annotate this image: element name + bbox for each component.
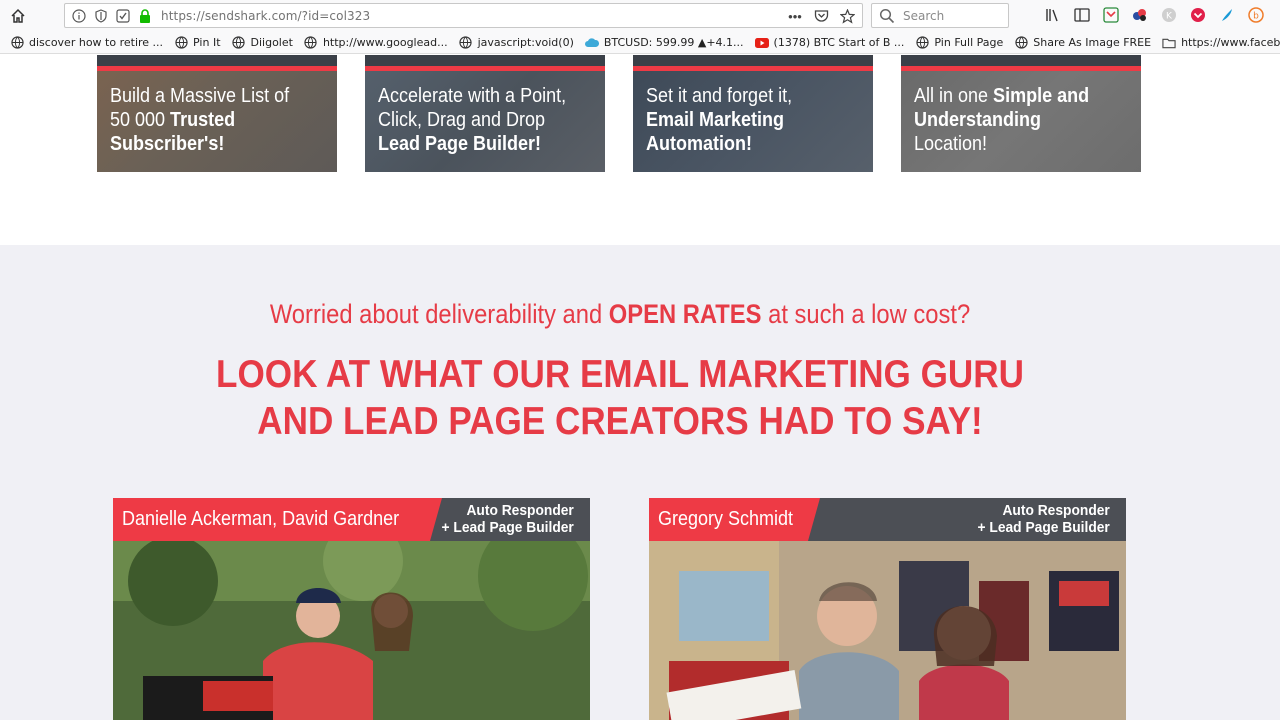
feature-card-list[interactable]: Build a Massive List of 50 000 Trusted S…	[97, 55, 337, 172]
globe-icon	[459, 36, 473, 50]
bookmark-item[interactable]: Share As Image FREE	[1014, 36, 1151, 50]
extension-check-icon[interactable]	[115, 8, 131, 24]
bookmark-item[interactable]: https://www.facebook...	[1162, 36, 1280, 50]
feature-text: All in one Simple and Understanding Loca…	[914, 85, 1090, 155]
globe-icon	[1014, 36, 1028, 50]
sidebar-icon[interactable]	[1073, 6, 1091, 24]
testimonial-product-tag: Auto Responder + Lead Page Builder	[977, 502, 1110, 536]
bookmarks-bar: discover how to retire ... Pin It Diigol…	[0, 32, 1280, 54]
testimonial-card[interactable]: Gregory Schmidt Auto Responder + Lead Pa…	[649, 498, 1126, 720]
search-placeholder: Search	[903, 8, 945, 23]
globe-icon	[915, 36, 929, 50]
testimonial-name: Gregory Schmidt	[649, 498, 821, 541]
search-bar[interactable]: Search	[871, 3, 1009, 28]
colorful-extension-icon[interactable]	[1131, 6, 1149, 24]
shield-icon[interactable]	[93, 8, 109, 24]
browser-toolbar: https://sendshark.com/?id=col323 ••• Sea…	[0, 0, 1280, 32]
testimonial-name: Danielle Ackerman, David Gardner	[113, 498, 442, 541]
k-extension-icon[interactable]: K	[1160, 6, 1178, 24]
page-actions-icon[interactable]: •••	[786, 7, 804, 25]
bookmark-item[interactable]: Pin It	[174, 36, 221, 50]
url-bar[interactable]: https://sendshark.com/?id=col323 •••	[64, 3, 863, 28]
card-image-strip	[901, 55, 1141, 66]
feature-card-automation[interactable]: Set it and forget it, Email Marketing Au…	[633, 55, 873, 172]
bookmark-item[interactable]: discover how to retire ...	[10, 36, 163, 50]
cloud-icon	[584, 36, 599, 50]
feature-card-location[interactable]: All in one Simple and Understanding Loca…	[901, 55, 1141, 172]
bookmark-item[interactable]: BTCUSD: 599.99 ▲+4.1...	[584, 36, 744, 50]
search-icon	[879, 8, 895, 23]
feature-text: Accelerate with a Point, Click, Drag and…	[378, 85, 567, 155]
globe-icon	[232, 36, 246, 50]
bookmark-star-icon[interactable]	[838, 7, 856, 25]
globe-icon	[10, 36, 24, 50]
youtube-icon	[754, 36, 769, 50]
pocket-extension-icon[interactable]	[1102, 6, 1120, 24]
bookmark-item[interactable]: Diigolet	[232, 36, 293, 50]
feature-card-builder[interactable]: Accelerate with a Point, Click, Drag and…	[365, 55, 605, 172]
url-text[interactable]: https://sendshark.com/?id=col323	[161, 9, 370, 23]
section-subheading: Worried about deliverability and OPEN RA…	[269, 299, 971, 329]
card-image-strip	[365, 55, 605, 66]
page-content: Build a Massive List of 50 000 Trusted S…	[0, 55, 1280, 720]
leaf-extension-icon[interactable]	[1218, 6, 1236, 24]
bookmark-item[interactable]: http://www.googlead...	[304, 36, 448, 50]
testimonial-product-tag: Auto Responder + Lead Page Builder	[441, 502, 574, 536]
bookmark-item[interactable]: Pin Full Page	[915, 36, 1003, 50]
library-icon[interactable]	[1044, 6, 1062, 24]
svg-text:b: b	[1253, 12, 1259, 22]
bookmark-item[interactable]: (1378) BTC Start of B ...	[754, 36, 904, 50]
testimonial-photo	[113, 541, 590, 720]
home-icon[interactable]	[6, 5, 30, 27]
feature-text: Build a Massive List of 50 000 Trusted S…	[110, 85, 290, 155]
card-image-strip	[633, 55, 873, 66]
lock-icon[interactable]	[137, 8, 153, 24]
testimonial-card[interactable]: Danielle Ackerman, David Gardner Auto Re…	[113, 498, 590, 720]
card-image-strip	[97, 55, 337, 66]
testimonial-photo	[649, 541, 1126, 720]
info-icon[interactable]	[71, 8, 87, 24]
ghostery-icon[interactable]: b	[1247, 6, 1265, 24]
globe-icon	[304, 36, 318, 50]
globe-icon	[174, 36, 188, 50]
pocket-icon[interactable]	[812, 7, 830, 25]
bookmark-item[interactable]: javascript:void(0)	[459, 36, 574, 50]
feature-text: Set it and forget it, Email Marketing Au…	[646, 85, 793, 155]
section-headline: LOOK AT WHAT OUR EMAIL MARKETING GURU AN…	[216, 353, 1024, 443]
folder-icon	[1162, 36, 1176, 50]
pocket-red-icon[interactable]	[1189, 6, 1207, 24]
